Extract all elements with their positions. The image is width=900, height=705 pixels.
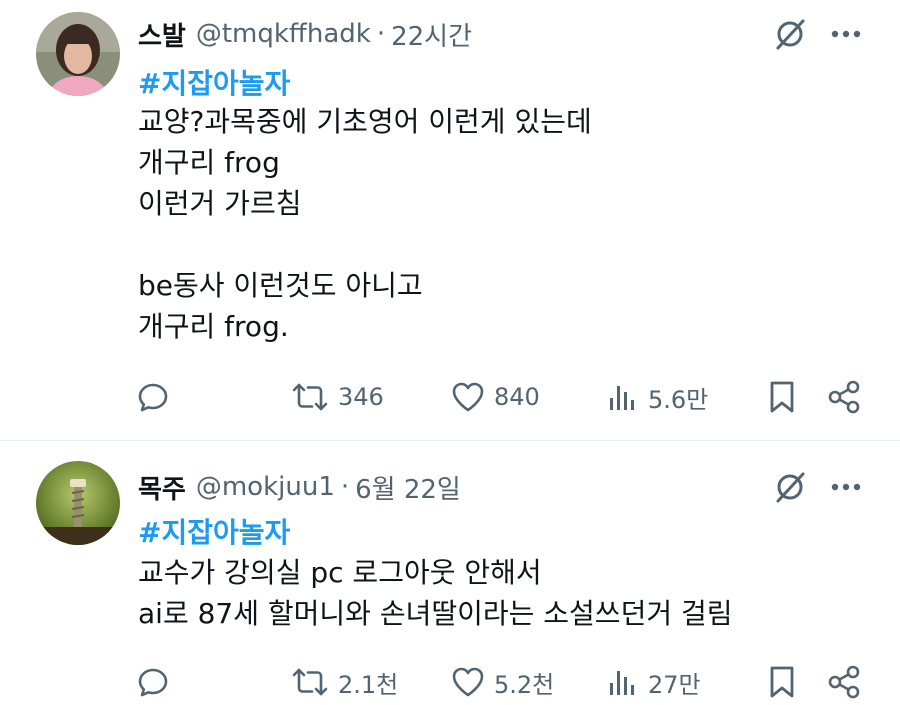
retweet-icon xyxy=(292,668,328,696)
tweet-text-line: ai로 87세 할머니와 손녀딸이라는 소설쓰던거 걸림 xyxy=(138,597,733,630)
grok-icon[interactable] xyxy=(770,14,810,54)
retweet-count: 346 xyxy=(338,383,384,411)
retweet-icon xyxy=(292,383,328,411)
more-icon[interactable] xyxy=(824,14,868,54)
share-button[interactable] xyxy=(826,372,862,422)
reply-button[interactable] xyxy=(136,657,170,705)
bookmark-button[interactable] xyxy=(766,372,798,422)
retweet-count: 2.1천 xyxy=(338,670,399,699)
timestamp[interactable]: 22시간 xyxy=(391,16,472,53)
like-button[interactable]: 5.2천 xyxy=(450,657,554,705)
like-count: 5.2천 xyxy=(494,670,555,699)
tweet[interactable]: 목주 @mokjuu1 · 6월 22일 #지잡아놀자 교수가 강의실 pc 로… xyxy=(0,441,900,705)
grok-icon[interactable] xyxy=(770,467,810,507)
like-icon xyxy=(452,382,484,412)
like-button[interactable]: 840 xyxy=(450,372,540,422)
action-bar: 2.1천 5.2천 27만 xyxy=(0,657,900,705)
share-icon xyxy=(828,380,860,414)
screw-photo xyxy=(36,461,120,545)
reply-icon xyxy=(138,668,168,697)
separator-dot: · xyxy=(376,19,386,49)
like-icon xyxy=(452,667,484,697)
action-bar: 346 840 5.6만 xyxy=(0,372,900,422)
view-count: 5.6만 xyxy=(648,385,709,414)
reply-button[interactable] xyxy=(136,372,170,422)
display-name[interactable]: 목주 xyxy=(138,469,186,506)
views-button[interactable]: 27만 xyxy=(606,657,701,705)
view-count: 27만 xyxy=(648,670,701,699)
share-button[interactable] xyxy=(826,657,862,705)
views-icon xyxy=(610,671,634,695)
views-button[interactable]: 5.6만 xyxy=(606,372,708,422)
more-icon[interactable] xyxy=(824,467,868,507)
reply-icon xyxy=(138,383,168,412)
display-name[interactable]: 스발 xyxy=(138,16,186,53)
tweet-text-line: be동사 이런것도 아니고 xyxy=(138,269,423,302)
share-icon xyxy=(828,665,860,699)
tweet-text-line: 교수가 강의실 pc 로그아웃 안해서 xyxy=(138,556,542,589)
separator-dot: · xyxy=(340,472,350,502)
tweet-text-line: 이런거 가르침 xyxy=(138,187,302,220)
tweet-text-line: 개구리 frog. xyxy=(138,310,289,343)
bookmark-button[interactable] xyxy=(766,657,798,705)
user-handle[interactable]: @tmqkffhadk xyxy=(196,19,371,49)
profile-photo xyxy=(36,12,120,96)
hashtag-link[interactable]: #지잡아놀자 xyxy=(138,62,290,102)
retweet-button[interactable]: 2.1천 xyxy=(290,657,398,705)
user-handle[interactable]: @mokjuu1 xyxy=(196,472,335,502)
tweet-text-line: 교양?과목중에 기초영어 이런게 있는데 xyxy=(138,105,592,138)
avatar[interactable] xyxy=(36,461,120,545)
tweet-text-line: 개구리 frog xyxy=(138,146,280,179)
bookmark-icon xyxy=(770,666,794,698)
hashtag-link[interactable]: #지잡아놀자 xyxy=(138,511,290,551)
tweet[interactable]: 스발 @tmqkffhadk · 22시간 #지잡아놀자 교양?과목중에 기초영… xyxy=(0,0,900,440)
views-icon xyxy=(610,386,634,410)
bookmark-icon xyxy=(770,381,794,413)
timestamp[interactable]: 6월 22일 xyxy=(355,469,461,506)
avatar[interactable] xyxy=(36,12,120,96)
retweet-button[interactable]: 346 xyxy=(290,372,384,422)
like-count: 840 xyxy=(494,383,540,411)
